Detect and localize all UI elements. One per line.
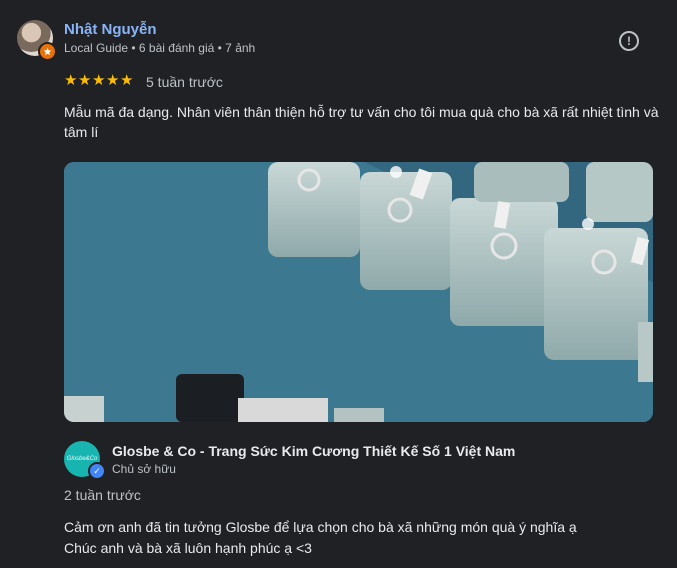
local-guide-badge-icon bbox=[38, 42, 57, 61]
star-icon: ★ bbox=[78, 72, 92, 89]
report-flag-icon[interactable]: ! bbox=[619, 31, 639, 51]
reply-line: Cảm ơn anh đã tin tưởng Glosbe để lựa ch… bbox=[64, 519, 577, 535]
star-icon: ★ bbox=[120, 72, 134, 89]
star-icon: ★ bbox=[92, 72, 106, 89]
photo-jewelry-display bbox=[64, 162, 653, 422]
star-rating: ★ ★ ★ ★ ★ bbox=[64, 73, 134, 89]
star-icon: ★ bbox=[64, 72, 78, 89]
reviewer-meta[interactable]: Local Guide • 6 bài đánh giá • 7 ảnh bbox=[64, 41, 255, 55]
reply-time: 2 tuần trước bbox=[64, 487, 141, 503]
verified-check-icon: ✓ bbox=[88, 462, 106, 480]
review-time: 5 tuần trước bbox=[146, 74, 223, 90]
owner-role: Chủ sở hữu bbox=[112, 462, 176, 476]
review-photo[interactable] bbox=[64, 162, 653, 422]
owner-name[interactable]: Glosbe & Co - Trang Sức Kim Cương Thiết … bbox=[112, 443, 515, 459]
review-text: Mẫu mã đa dạng. Nhân viên thân thiện hỗ … bbox=[64, 104, 659, 140]
owner-reply-text: Cảm ơn anh đã tin tưởng Glosbe để lựa ch… bbox=[64, 517, 664, 559]
reviewer-name[interactable]: Nhật Nguyễn bbox=[64, 21, 157, 38]
reply-line: Chúc anh và bà xã luôn hạnh phúc ạ <3 bbox=[64, 540, 312, 556]
star-icon: ★ bbox=[106, 72, 120, 89]
